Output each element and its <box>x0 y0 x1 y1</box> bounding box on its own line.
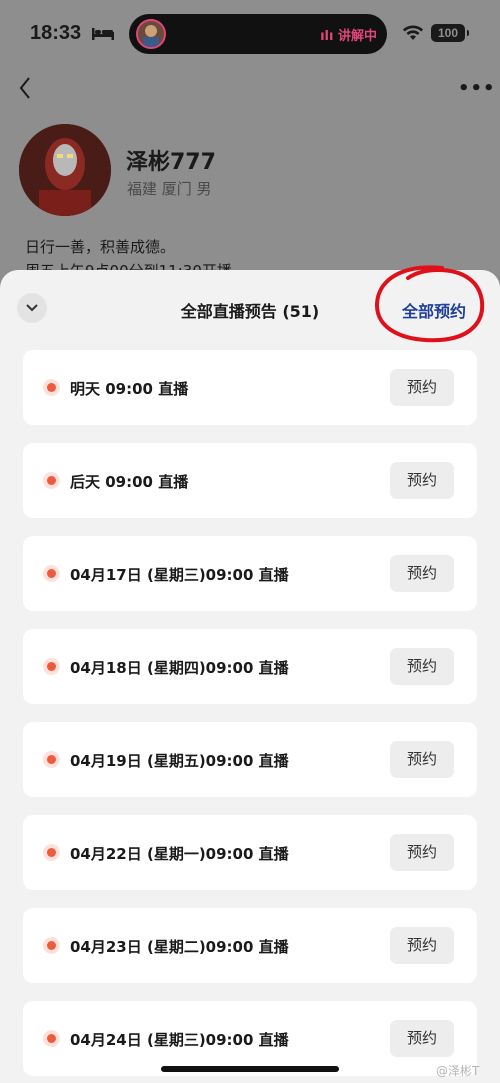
list-item: 04月23日 (星期二)09:00 直播 预约 <box>23 908 477 983</box>
profile-bio-line1: 日行一善，积善成德。 <box>25 238 176 256</box>
reserve-button[interactable]: 预约 <box>390 555 454 592</box>
reserve-button[interactable]: 预约 <box>390 741 454 778</box>
live-wave-icon: ılı <box>320 29 334 44</box>
list-item: 明天 09:00 直播 预约 <box>23 350 477 425</box>
profile-name: 泽彬777 <box>126 150 216 175</box>
live-time-label: 04月17日 (星期三)09:00 直播 <box>70 566 289 584</box>
live-time-label: 04月19日 (星期五)09:00 直播 <box>70 752 289 770</box>
list-item: 04月24日 (星期三)09:00 直播 预约 <box>23 1001 477 1076</box>
live-dot-icon <box>43 937 60 954</box>
bed-icon <box>92 28 114 40</box>
live-dot-icon <box>43 751 60 768</box>
reserve-button[interactable]: 预约 <box>390 834 454 871</box>
avatar[interactable] <box>19 124 111 216</box>
live-dot-icon <box>43 658 60 675</box>
live-time-label: 04月23日 (星期二)09:00 直播 <box>70 938 289 956</box>
reserve-button[interactable]: 预约 <box>390 462 454 499</box>
live-time-label: 明天 09:00 直播 <box>70 380 189 398</box>
live-status-label: ılı 讲解中 <box>320 29 377 44</box>
battery-indicator: 100 <box>431 24 469 42</box>
reserve-button[interactable]: 预约 <box>390 648 454 685</box>
wifi-icon <box>403 25 423 40</box>
live-preview-sheet: 全部直播预告 (51) 全部预约 明天 09:00 直播 预约 后天 09:00… <box>0 270 500 1083</box>
live-dot-icon <box>43 844 60 861</box>
live-avatar <box>136 19 166 49</box>
list-item: 04月19日 (星期五)09:00 直播 预约 <box>23 722 477 797</box>
status-time: 18:33 <box>30 22 82 44</box>
live-dot-icon <box>43 1030 60 1047</box>
live-time-label: 04月22日 (星期一)09:00 直播 <box>70 845 289 863</box>
dynamic-island[interactable]: ılı 讲解中 <box>129 14 387 54</box>
profile-location: 福建 厦门 男 <box>127 180 212 198</box>
home-indicator[interactable] <box>161 1066 339 1072</box>
live-time-label: 04月18日 (星期四)09:00 直播 <box>70 659 289 677</box>
watermark: @泽彬T <box>436 1064 480 1078</box>
list-item: 后天 09:00 直播 预约 <box>23 443 477 518</box>
status-bar: 18:33 ılı 讲解中 100 <box>0 0 500 68</box>
live-dot-icon <box>43 472 60 489</box>
live-time-label: 后天 09:00 直播 <box>70 473 189 491</box>
live-dot-icon <box>43 565 60 582</box>
more-dots-icon[interactable]: ••• <box>458 78 496 99</box>
reserve-button[interactable]: 预约 <box>390 369 454 406</box>
live-time-label: 04月24日 (星期三)09:00 直播 <box>70 1031 289 1049</box>
reserve-button[interactable]: 预约 <box>390 1020 454 1057</box>
annotation-circle <box>374 265 485 343</box>
chevron-left-icon[interactable] <box>16 74 36 102</box>
list-item: 04月22日 (星期一)09:00 直播 预约 <box>23 815 477 890</box>
list-item: 04月18日 (星期四)09:00 直播 预约 <box>23 629 477 704</box>
list-item: 04月17日 (星期三)09:00 直播 预约 <box>23 536 477 611</box>
live-dot-icon <box>43 379 60 396</box>
reserve-button[interactable]: 预约 <box>390 927 454 964</box>
